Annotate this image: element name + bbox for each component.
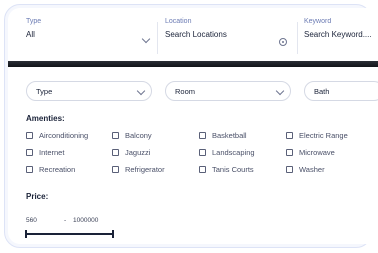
amenity-label: Recreation [39,164,76,174]
amenity-checkbox[interactable]: Balcony [112,129,152,141]
amenity-label: Jaguzzi [125,147,151,157]
type-dropdown[interactable]: Type All [26,18,151,58]
room-select[interactable]: Room [165,81,291,101]
amenities-title: Amenties: [26,114,65,123]
bath-select-value: Bath [314,87,330,96]
location-field-label: Location [165,18,192,25]
chevron-down-icon [136,86,146,96]
amenity-checkbox[interactable]: Jaguzzi [112,146,150,158]
location-input[interactable]: Search Locations [165,30,291,39]
price-slider-max-handle[interactable] [112,230,114,238]
amenity-checkbox[interactable]: Internet [26,146,64,158]
type-select[interactable]: Type [26,81,152,101]
price-slider-track[interactable] [26,233,113,235]
divider [297,22,298,54]
checkbox[interactable] [199,131,206,139]
amenity-label: Washer [299,164,325,174]
price-separator: - [64,217,67,224]
amenity-label: Electric Range [299,130,348,140]
amenity-checkbox[interactable]: Electric Range [286,129,348,141]
price-min: 560 [26,217,37,224]
amenity-label: Microwave [299,147,335,157]
amenity-checkbox[interactable]: Recreation [26,163,75,175]
amenity-label: Refrigerator [125,164,165,174]
chevron-down-icon [275,86,285,96]
keyword-input[interactable]: Search Keyword.... [304,30,378,39]
price-slider-min-handle[interactable] [25,230,27,238]
amenity-checkbox[interactable]: Airconditioning [26,129,88,141]
search-bar-bottom-band [8,61,378,67]
crosshair-icon[interactable] [279,38,287,46]
checkbox[interactable] [26,165,33,173]
checkbox[interactable] [112,131,119,139]
amenity-checkbox[interactable]: Refrigerator [112,163,165,175]
checkbox[interactable] [199,148,206,156]
divider [157,22,158,54]
location-field[interactable]: Location Search Locations [165,18,291,58]
amenity-label: Balcony [125,130,152,140]
amenity-label: Airconditioning [39,130,89,140]
room-select-value: Room [175,87,196,96]
checkbox[interactable] [112,165,119,173]
price-max: 1000000 [73,217,99,224]
amenity-label: Landscaping [212,147,255,157]
amenity-checkbox[interactable]: Tanis Courts [199,163,254,175]
amenity-checkbox[interactable]: Basketball [199,129,247,141]
checkbox[interactable] [26,148,33,156]
amenity-checkbox[interactable]: Microwave [286,146,335,158]
amenity-label: Basketball [212,130,247,140]
amenity-checkbox[interactable]: Washer [286,163,325,175]
amenity-label: Tanis Courts [212,164,254,174]
checkbox[interactable] [286,148,293,156]
type-select-value: Type [36,87,53,96]
checkbox[interactable] [26,131,33,139]
keyword-field-label: Keyword [304,18,332,25]
amenity-checkbox[interactable]: Landscaping [199,146,255,158]
checkbox[interactable] [286,131,293,139]
amenity-label: Internet [39,147,65,157]
type-field-label: Type [26,18,42,25]
checkbox[interactable] [199,165,206,173]
checkbox[interactable] [286,165,293,173]
type-field-value: All [26,30,35,39]
search-filter-card: Type All Location Search Locations Keywo… [8,8,378,244]
bath-select[interactable]: Bath [304,81,378,101]
keyword-field[interactable]: Keyword Search Keyword.... [304,18,378,58]
checkbox[interactable] [112,148,119,156]
price-title: Price: [26,192,49,201]
